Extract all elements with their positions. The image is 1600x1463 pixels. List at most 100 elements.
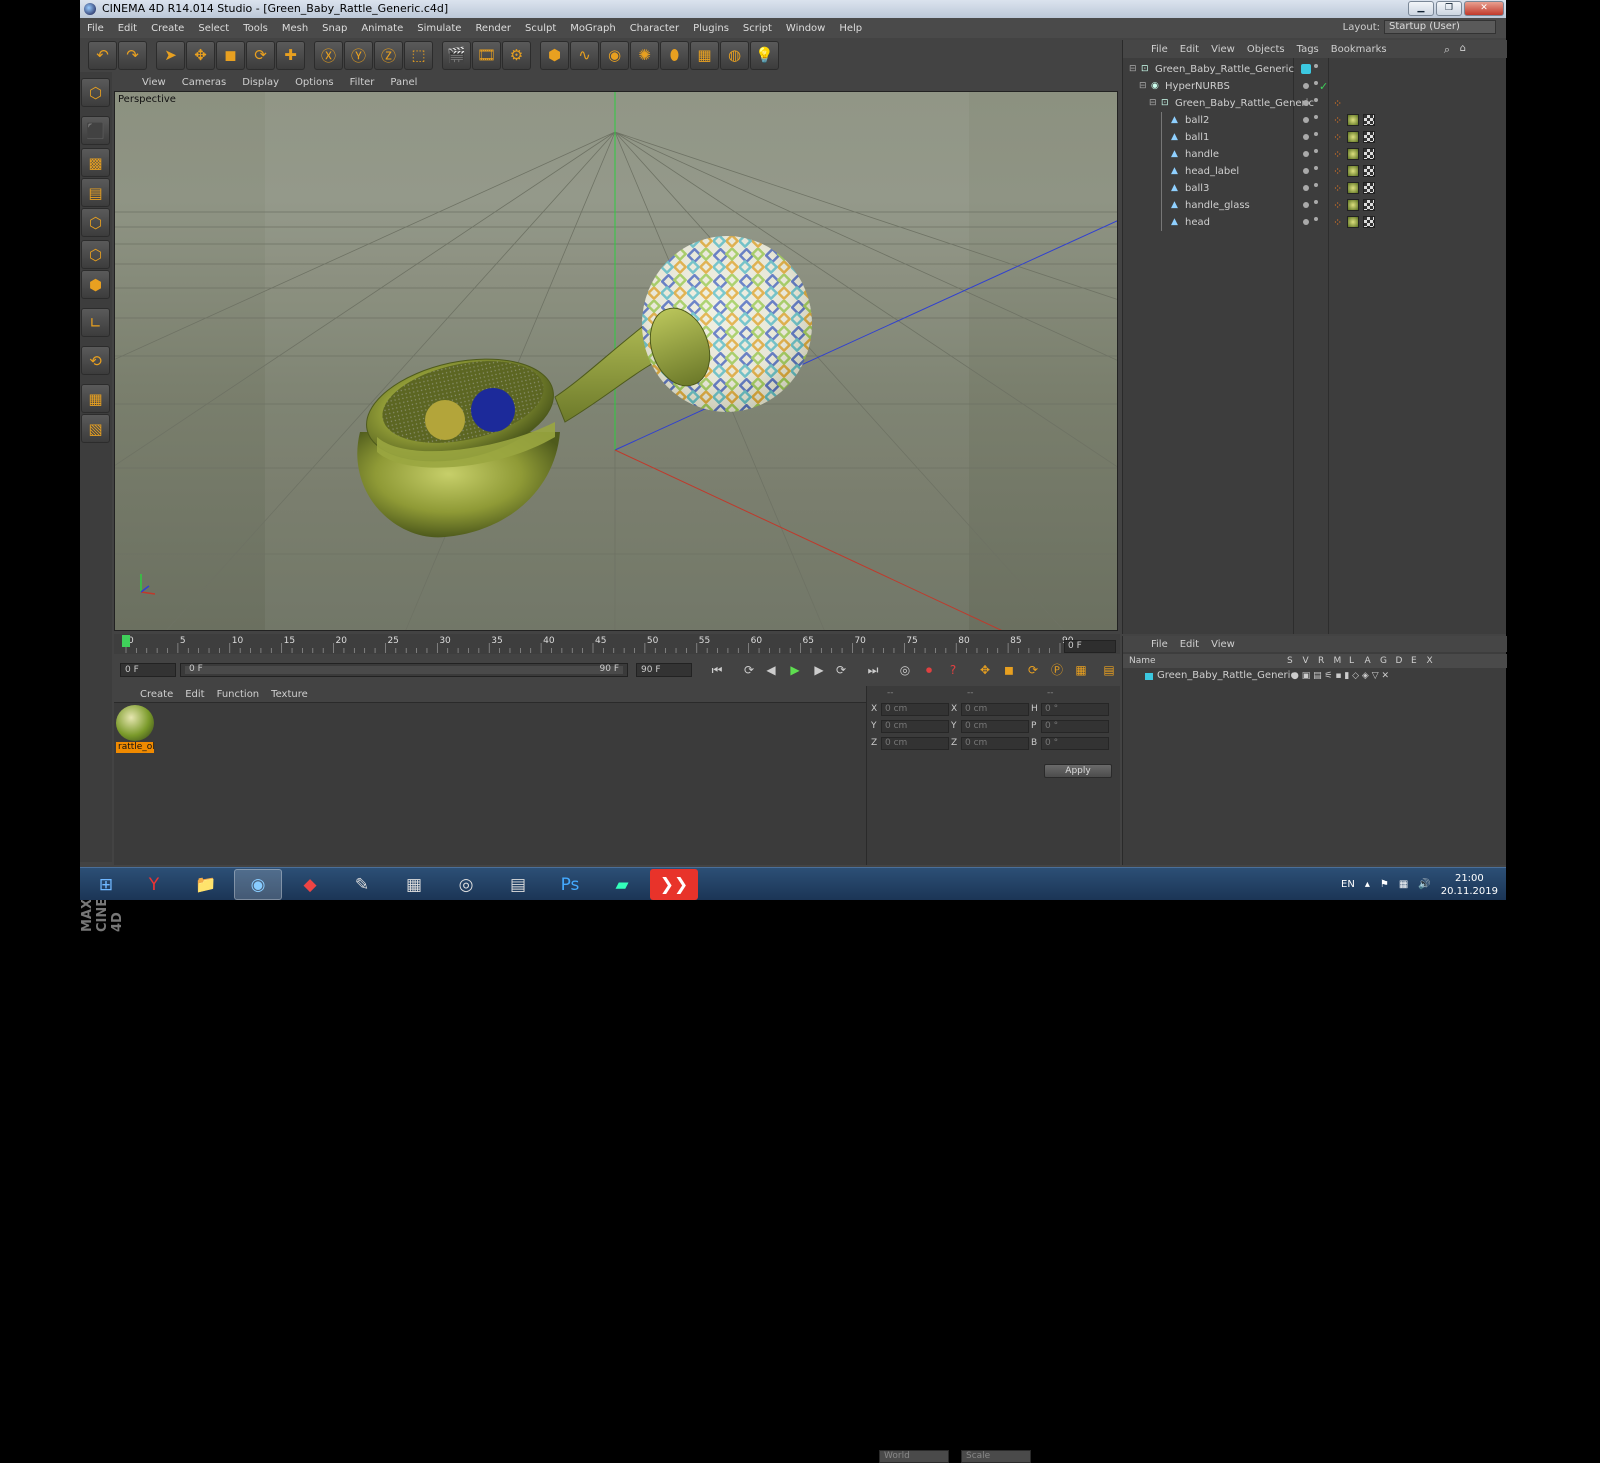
workplane-icon[interactable]: ▤ (81, 178, 110, 207)
object-menu-bookmarks[interactable]: Bookmarks (1325, 44, 1393, 55)
menu-select[interactable]: Select (191, 23, 236, 34)
next-frame-icon[interactable]: ▶ (808, 660, 830, 680)
playhead[interactable] (122, 635, 130, 647)
menu-plugins[interactable]: Plugins (686, 23, 736, 34)
uvw-tag-icon[interactable] (1363, 199, 1375, 211)
cube-icon[interactable]: ⬢ (540, 40, 569, 70)
language-indicator[interactable]: EN (1341, 879, 1355, 890)
start-button[interactable]: ⊞ (82, 869, 130, 900)
timeline-ruler[interactable]: 051015202530354045505560657075808590 (114, 634, 1120, 654)
texture-mode-icon[interactable]: ▩ (81, 148, 110, 177)
coord-value-field[interactable]: 0 cm (881, 719, 949, 733)
menu-mograph[interactable]: MoGraph (563, 23, 622, 34)
record-keys-icon[interactable]: ◎ (894, 660, 916, 680)
object-name[interactable]: HyperNURBS (1165, 78, 1230, 95)
lock-x-icon[interactable]: Ⓧ (314, 40, 343, 70)
column-header[interactable]: D (1396, 654, 1403, 668)
menu-help[interactable]: Help (832, 23, 869, 34)
menu-file[interactable]: File (80, 23, 111, 34)
undo-icon[interactable]: ↶ (88, 40, 117, 70)
menu-snap[interactable]: Snap (315, 23, 354, 34)
render-dot-icon[interactable] (1314, 64, 1318, 68)
camera-icon[interactable]: ◍ (720, 40, 749, 70)
column-header[interactable]: M (1334, 654, 1342, 668)
object-row[interactable]: ▲ head_label ⁘ (1123, 163, 1507, 180)
autokey-icon[interactable]: ⏺ (918, 660, 940, 680)
menu-character[interactable]: Character (623, 23, 686, 34)
coord-value-field[interactable]: 0 cm (961, 702, 1029, 716)
phong-tag-icon[interactable]: ⁘ (1333, 214, 1342, 231)
minimize-button[interactable]: ▁ (1408, 1, 1434, 16)
coord-value-field[interactable]: 0 ° (1041, 702, 1109, 716)
coord-value-field[interactable]: 0 ° (1041, 719, 1109, 733)
app-document-icon[interactable]: ▤ (494, 869, 542, 900)
phong-tag-icon[interactable]: ⁘ (1333, 146, 1342, 163)
key-parameter-icon[interactable]: Ⓟ (1046, 660, 1068, 680)
polygons-mode-icon[interactable]: ⬢ (81, 270, 110, 299)
menu-edit[interactable]: Edit (111, 23, 144, 34)
expand-toggle-icon[interactable]: ⊟ (1129, 61, 1137, 78)
visibility-dot-icon[interactable] (1303, 151, 1309, 157)
coordinate-system-icon[interactable]: ⬚ (404, 40, 433, 70)
start-frame-field[interactable]: 0 F (120, 663, 176, 677)
rotate-icon[interactable]: ⟳ (246, 40, 275, 70)
object-row[interactable]: ▲ handle_glass ⁘ (1123, 197, 1507, 214)
render-dot-icon[interactable] (1314, 217, 1318, 221)
coord-value-field[interactable]: 0 ° (1041, 736, 1109, 750)
uvw-tag-icon[interactable] (1363, 182, 1375, 194)
action-center-icon[interactable]: ⚑ (1380, 879, 1389, 890)
viewport-menu-options[interactable]: Options (287, 77, 342, 88)
object-name[interactable]: ball3 (1185, 180, 1209, 197)
maximize-button[interactable]: ❐ (1436, 1, 1462, 16)
column-header[interactable]: E (1411, 654, 1417, 668)
floor-icon[interactable]: ▦ (690, 40, 719, 70)
title-bar[interactable]: CINEMA 4D R14.014 Studio - [Green_Baby_R… (80, 0, 1506, 18)
tray-arrow-icon[interactable]: ▴ (1365, 879, 1370, 890)
play-icon[interactable]: ▶ (784, 660, 806, 680)
layer-color-icon[interactable] (1301, 64, 1311, 74)
visibility-dot-icon[interactable] (1303, 202, 1309, 208)
object-menu-tags[interactable]: Tags (1291, 44, 1325, 55)
object-menu-objects[interactable]: Objects (1241, 44, 1291, 55)
light-icon[interactable]: 💡 (750, 40, 779, 70)
yandex-browser-icon[interactable]: Y (130, 869, 178, 900)
loop-forward-icon[interactable]: ⟳ (830, 660, 852, 680)
object-row[interactable]: ▲ ball1 ⁘ (1123, 129, 1507, 146)
phong-tag-icon[interactable]: ⁘ (1333, 180, 1342, 197)
viewport-menu-cameras[interactable]: Cameras (174, 77, 234, 88)
visibility-dot-icon[interactable] (1303, 100, 1309, 106)
points-mode-icon[interactable]: ⬡ (81, 208, 110, 237)
uvw-tag-icon[interactable] (1363, 165, 1375, 177)
object-name[interactable]: ball2 (1185, 112, 1209, 129)
array-icon[interactable]: ✺ (630, 40, 659, 70)
move-icon[interactable]: ✥ (186, 40, 215, 70)
object-row[interactable]: ▲ ball3 ⁘ (1123, 180, 1507, 197)
menu-mesh[interactable]: Mesh (275, 23, 315, 34)
object-menu-edit[interactable]: Edit (1174, 44, 1205, 55)
photoshop-icon[interactable]: Ps (546, 869, 594, 900)
render-dot-icon[interactable] (1314, 115, 1318, 119)
perspective-viewport[interactable]: Perspective (114, 91, 1118, 631)
column-header[interactable]: L (1349, 654, 1354, 668)
material-menu-edit[interactable]: Edit (179, 689, 210, 700)
material-swatch[interactable] (116, 705, 154, 741)
phong-tag-icon[interactable]: ⁘ (1333, 112, 1342, 129)
object-menu-file[interactable]: File (1145, 44, 1174, 55)
app-red-icon[interactable]: ◆ (286, 869, 334, 900)
lock-y-icon[interactable]: Ⓨ (344, 40, 373, 70)
texture-tag-icon[interactable] (1347, 165, 1359, 177)
go-to-start-icon[interactable]: ⏮ (706, 660, 728, 680)
frame-range-slider[interactable]: 0 F 90 F (180, 663, 628, 677)
edit-render-settings-icon[interactable]: ⚙ (502, 40, 531, 70)
object-row[interactable]: ▲ ball2 ⁘ (1123, 112, 1507, 129)
model-mode-icon[interactable]: ⬛ (81, 116, 110, 145)
menu-sculpt[interactable]: Sculpt (518, 23, 563, 34)
search-icon[interactable]: ⌕ (1444, 43, 1450, 57)
key-rotation-icon[interactable]: ⟳ (1022, 660, 1044, 680)
render-dot-icon[interactable] (1314, 200, 1318, 204)
texture-tag-icon[interactable] (1347, 148, 1359, 160)
coord-size-mode-dropdown[interactable]: Scale (961, 1450, 1031, 1463)
object-name[interactable]: Green_Baby_Rattle_Generic (1155, 61, 1294, 78)
app-viewer-icon[interactable]: ◎ (442, 869, 490, 900)
texture-tag-icon[interactable] (1347, 131, 1359, 143)
